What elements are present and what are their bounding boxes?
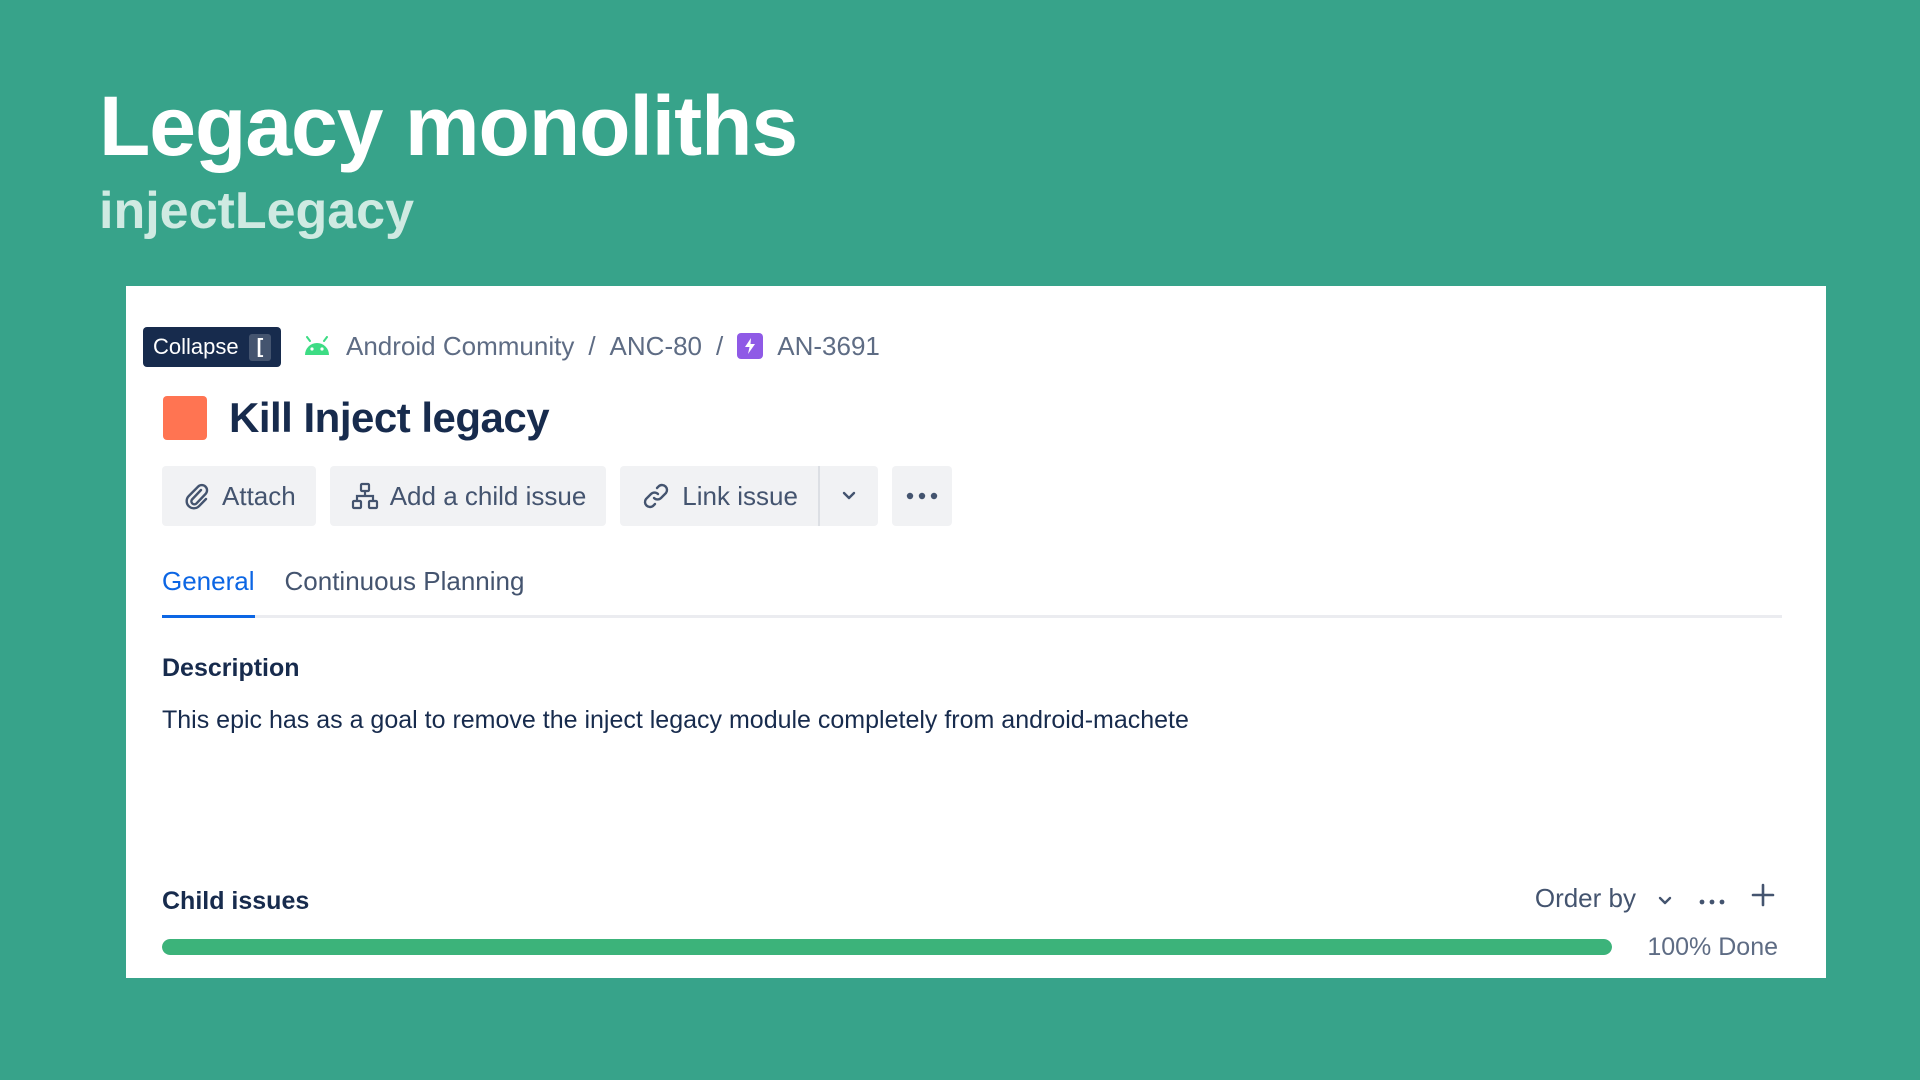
description-text[interactable]: This epic has as a goal to remove the in… xyxy=(162,706,1189,735)
add-child-issue-button[interactable]: Add a child issue xyxy=(329,466,607,526)
issue-panel: Collapse [ Android Community / ANC-80 / … xyxy=(126,286,1826,978)
progress-fill xyxy=(162,939,1612,955)
breadcrumb: Android Community / ANC-80 / AN-3691 xyxy=(302,328,880,364)
order-by-dropdown[interactable]: Order by xyxy=(1535,883,1674,914)
child-issues-actions: Order by xyxy=(1535,882,1776,915)
breadcrumb-issue-key-link[interactable]: AN-3691 xyxy=(777,331,880,362)
collapse-tooltip-label: Collapse xyxy=(153,334,239,359)
child-issues-more-button[interactable] xyxy=(1698,883,1726,914)
breadcrumb-separator: / xyxy=(588,330,596,361)
more-actions-button[interactable] xyxy=(891,466,952,526)
collapse-shortcut-key: [ xyxy=(248,333,272,361)
breadcrumb-parent-link[interactable]: ANC-80 xyxy=(610,331,702,362)
issue-toolbar: Attach Add a child issue Link issue xyxy=(162,466,952,526)
description-label: Description xyxy=(162,654,300,682)
slide-title: Legacy monoliths xyxy=(99,79,798,173)
attach-button[interactable]: Attach xyxy=(162,466,316,526)
link-issue-button[interactable]: Link issue xyxy=(620,466,818,526)
child-issues-progress-bar xyxy=(162,939,1612,955)
order-by-label: Order by xyxy=(1534,883,1636,913)
chevron-down-icon xyxy=(840,490,858,502)
issue-type-icon xyxy=(163,396,207,440)
paperclip-icon xyxy=(182,481,212,511)
child-issues-label: Child issues xyxy=(162,887,310,915)
more-horizontal-icon xyxy=(905,491,939,501)
add-child-issue-label: Add a child issue xyxy=(389,480,587,511)
breadcrumb-separator: / xyxy=(716,330,724,361)
hierarchy-icon xyxy=(350,481,380,511)
attach-button-label: Attach xyxy=(222,480,296,511)
tab-continuous-planning[interactable]: Continuous Planning xyxy=(285,568,525,615)
issue-tabs: General Continuous Planning xyxy=(162,568,1782,618)
android-icon xyxy=(302,336,332,356)
slide-subtitle: injectLegacy xyxy=(99,182,415,240)
epic-lightning-icon xyxy=(737,333,764,359)
link-icon xyxy=(640,481,672,511)
breadcrumb-project-link[interactable]: Android Community xyxy=(346,331,574,362)
more-horizontal-icon xyxy=(1699,899,1725,905)
tab-general[interactable]: General xyxy=(162,568,255,618)
chevron-down-icon xyxy=(1656,883,1674,914)
progress-text: 100% Done xyxy=(1647,933,1778,961)
add-child-button[interactable] xyxy=(1750,882,1776,915)
link-issue-dropdown-button[interactable] xyxy=(817,466,878,526)
plus-icon xyxy=(1751,883,1775,907)
link-issue-split-button: Link issue xyxy=(620,466,878,526)
collapse-tooltip: Collapse [ xyxy=(143,327,282,367)
issue-title[interactable]: Kill Inject legacy xyxy=(229,393,550,443)
link-issue-label: Link issue xyxy=(682,480,798,511)
